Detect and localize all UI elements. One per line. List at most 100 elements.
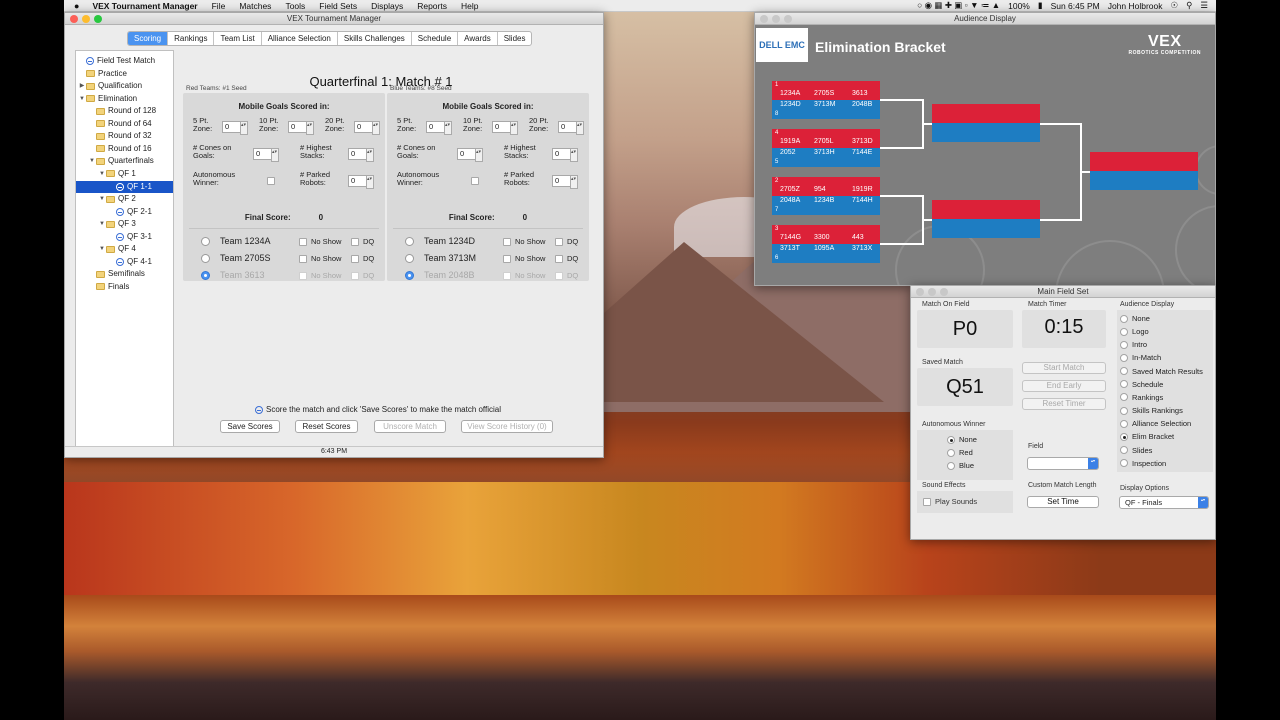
user-avatar-icon[interactable]: ☉ xyxy=(1171,0,1179,11)
audience-display-option[interactable]: Intro xyxy=(1120,338,1147,351)
minimize-button[interactable] xyxy=(928,288,936,296)
autonomous-winner-checkbox[interactable] xyxy=(471,177,479,185)
radio-button[interactable] xyxy=(1120,327,1128,336)
tab-team-list[interactable]: Team List xyxy=(214,32,262,45)
no-show-checkbox[interactable] xyxy=(299,272,307,280)
radio-button[interactable] xyxy=(1120,340,1128,349)
tree-item[interactable]: QF 1-1 xyxy=(76,180,173,193)
dq-checkbox[interactable] xyxy=(351,255,359,263)
view-score-history-button[interactable]: View Score History (0) xyxy=(461,420,553,433)
zoom-button[interactable] xyxy=(784,15,792,23)
radio-button[interactable] xyxy=(1120,393,1128,402)
radio-button[interactable] xyxy=(947,435,955,444)
menu-user[interactable]: John Holbrook xyxy=(1108,1,1163,11)
dq-checkbox[interactable] xyxy=(351,272,359,280)
radio-button[interactable] xyxy=(947,461,955,470)
no-show-checkbox[interactable] xyxy=(503,272,511,280)
dq-checkbox[interactable] xyxy=(555,272,563,280)
disclosure-triangle-icon[interactable]: ▼ xyxy=(88,155,96,167)
disclosure-triangle-icon[interactable]: ▼ xyxy=(78,93,86,105)
team-radio[interactable] xyxy=(201,271,210,280)
menu-help[interactable]: Help xyxy=(454,1,485,11)
play-sounds-checkbox[interactable] xyxy=(923,498,931,506)
menu-app-name[interactable]: VEX Tournament Manager xyxy=(85,1,204,11)
tab-rankings[interactable]: Rankings xyxy=(168,32,215,45)
audience-display-option[interactable]: Skills Rankings xyxy=(1120,404,1183,417)
save-scores-button[interactable]: Save Scores xyxy=(220,420,280,433)
tree-item[interactable]: Finals xyxy=(88,281,173,293)
radio-button[interactable] xyxy=(1120,380,1128,389)
field-select[interactable] xyxy=(1027,457,1099,470)
team-radio[interactable] xyxy=(405,271,414,280)
parked-robots-stepper[interactable]: 0 xyxy=(348,175,374,189)
tree-item[interactable]: ▼ QF 3 xyxy=(98,218,173,230)
tree-item[interactable]: ▼ QF 1 xyxy=(98,168,173,180)
display-options-select[interactable]: QF - Finals xyxy=(1119,496,1209,509)
end-early-button[interactable]: End Early xyxy=(1022,380,1106,392)
dq-checkbox[interactable] xyxy=(555,255,563,263)
close-button[interactable] xyxy=(760,15,768,23)
audience-display-option[interactable]: In-Match xyxy=(1120,351,1161,364)
minimize-button[interactable] xyxy=(772,15,780,23)
tree-item[interactable]: Round of 32 xyxy=(88,130,173,142)
no-show-checkbox[interactable] xyxy=(299,255,307,263)
tree-item[interactable]: QF 2-1 xyxy=(108,206,173,218)
radio-button[interactable] xyxy=(1120,419,1128,428)
reset-timer-button[interactable]: Reset Timer xyxy=(1022,398,1106,410)
search-icon[interactable]: ⚲ xyxy=(1186,0,1192,11)
zoom-button[interactable] xyxy=(940,288,948,296)
radio-button[interactable] xyxy=(1120,459,1128,468)
field-set-title-bar[interactable]: Main Field Set xyxy=(911,286,1215,298)
status-icons[interactable]: ○ ◉ ▦ ✚ ▣ ▫ ▼ ≔ ▲ xyxy=(917,0,1000,11)
five-point-zone-stepper[interactable]: 0 xyxy=(426,121,452,135)
audience-display-option[interactable]: None xyxy=(1120,312,1150,325)
menu-reports[interactable]: Reports xyxy=(410,1,454,11)
dq-checkbox[interactable] xyxy=(351,238,359,246)
battery-icon[interactable]: ▮ xyxy=(1038,0,1043,11)
audience-display-option[interactable]: Inspection xyxy=(1120,457,1166,470)
radio-button[interactable] xyxy=(1120,432,1128,441)
tree-item[interactable]: Round of 128 xyxy=(88,105,173,117)
audience-display-option[interactable]: Alliance Selection xyxy=(1120,417,1191,430)
start-match-button[interactable]: Start Match xyxy=(1022,362,1106,374)
audience-display-option[interactable]: Elim Bracket xyxy=(1120,430,1174,443)
close-button[interactable] xyxy=(916,288,924,296)
ten-point-zone-stepper[interactable]: 0 xyxy=(288,121,314,135)
team-radio[interactable] xyxy=(201,254,210,263)
menu-field-sets[interactable]: Field Sets xyxy=(312,1,364,11)
highest-stacks-stepper[interactable]: 0 xyxy=(552,148,578,162)
menu-clock[interactable]: Sun 6:45 PM xyxy=(1051,1,1100,11)
radio-button[interactable] xyxy=(1120,446,1128,454)
set-time-button[interactable]: Set Time xyxy=(1027,496,1099,508)
disclosure-triangle-icon[interactable]: ▼ xyxy=(98,193,106,205)
no-show-checkbox[interactable] xyxy=(299,238,307,246)
tree-item[interactable]: Practice xyxy=(78,68,173,80)
apple-icon[interactable]: ● xyxy=(64,1,85,11)
tab-slides[interactable]: Slides xyxy=(498,32,532,45)
tab-awards[interactable]: Awards xyxy=(458,32,498,45)
menu-file[interactable]: File xyxy=(205,1,233,11)
tree-item[interactable]: Round of 64 xyxy=(88,118,173,130)
no-show-checkbox[interactable] xyxy=(503,238,511,246)
audience-title-bar[interactable]: Audience Display xyxy=(755,13,1215,25)
audience-display-option[interactable]: Rankings xyxy=(1120,391,1163,404)
highest-stacks-stepper[interactable]: 0 xyxy=(348,148,374,162)
zoom-button[interactable] xyxy=(94,15,102,23)
menu-displays[interactable]: Displays xyxy=(364,1,410,11)
disclosure-triangle-icon[interactable]: ▼ xyxy=(98,168,106,180)
close-button[interactable] xyxy=(70,15,78,23)
radio-button[interactable] xyxy=(1120,314,1128,323)
tree-item[interactable]: ▼ QF 2 xyxy=(98,193,173,205)
tree-item[interactable]: QF 3-1 xyxy=(108,231,173,243)
tree-item[interactable]: Field Test Match xyxy=(78,55,173,67)
tree-item[interactable]: ▼ QF 4 xyxy=(98,243,173,255)
radio-button[interactable] xyxy=(1120,353,1128,362)
audience-display-option[interactable]: Saved Match Results xyxy=(1120,365,1203,378)
menu-tools[interactable]: Tools xyxy=(278,1,312,11)
autonomous-winner-checkbox[interactable] xyxy=(267,177,275,185)
tab-skills-challenges[interactable]: Skills Challenges xyxy=(338,32,412,45)
no-show-checkbox[interactable] xyxy=(503,255,511,263)
radio-button[interactable] xyxy=(1120,406,1128,415)
tree-item[interactable]: ▶ Qualification xyxy=(78,80,173,92)
tree-item[interactable]: ▼ Elimination xyxy=(78,93,173,105)
